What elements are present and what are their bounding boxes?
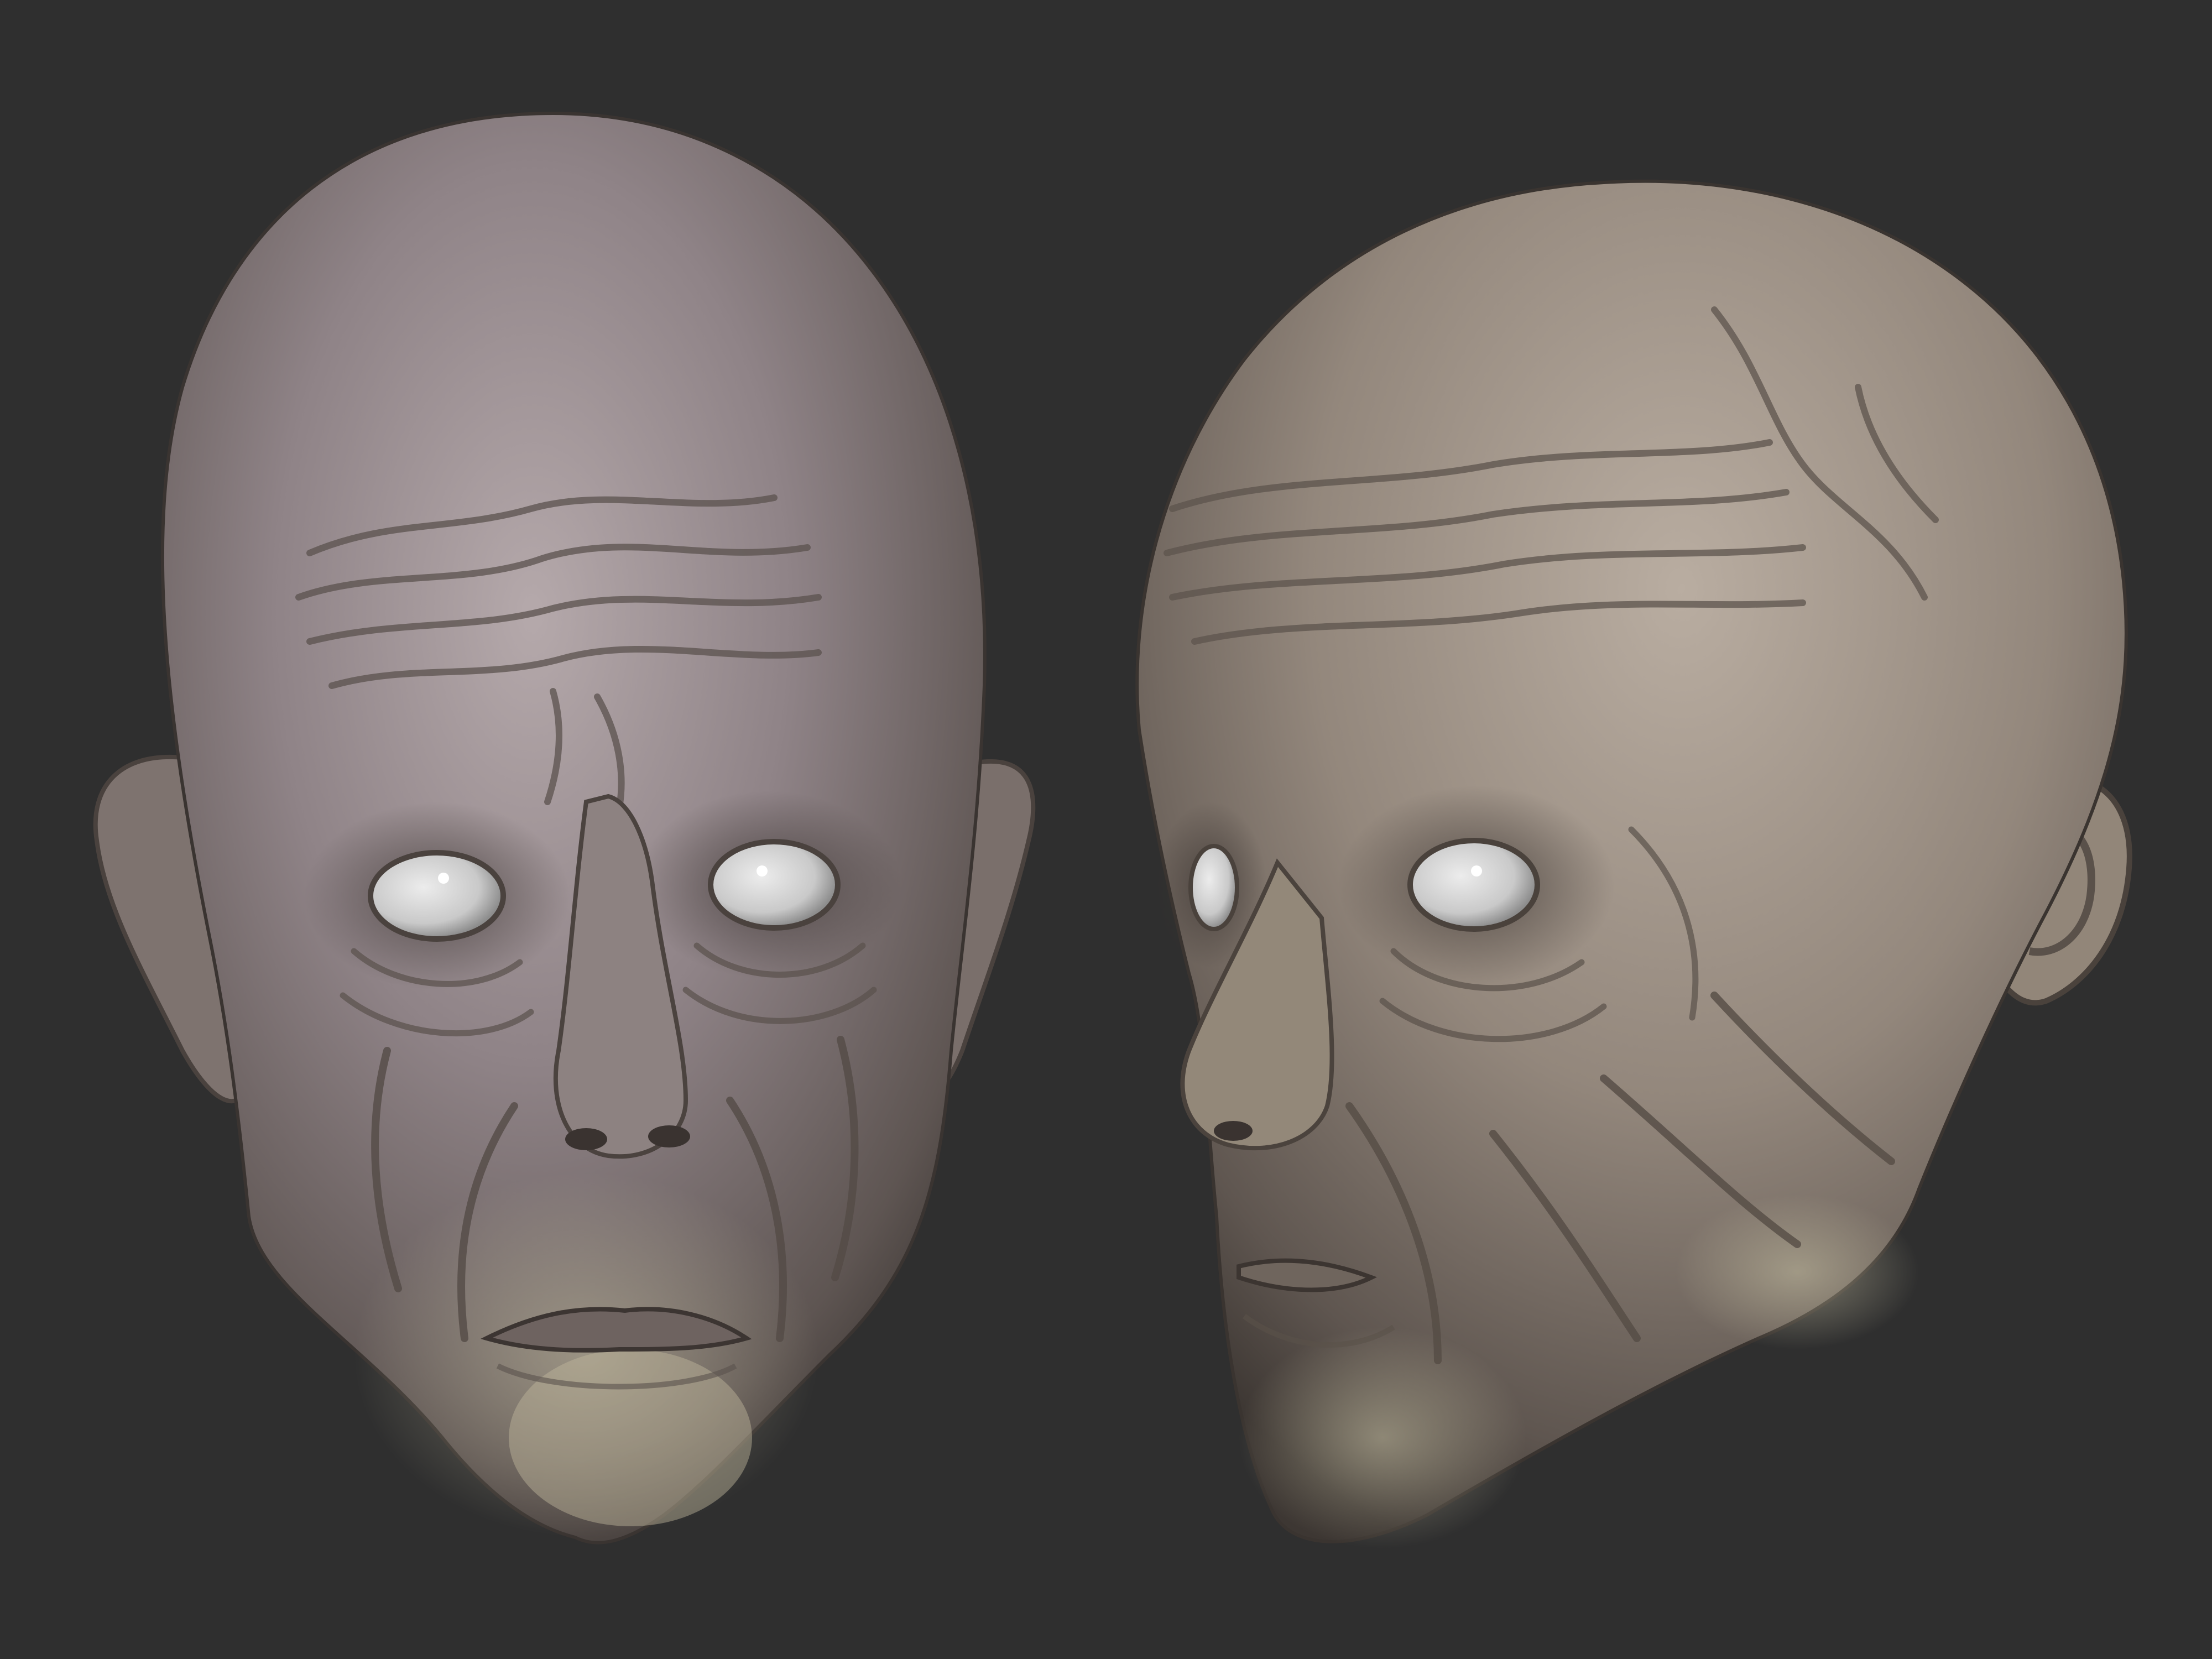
eye-left-front	[368, 850, 506, 942]
viewport-canvas	[0, 0, 2212, 1659]
head-front-view	[93, 111, 1036, 1545]
eye-right-front	[708, 839, 841, 931]
head-three-quarter-view	[1135, 179, 2132, 1548]
sculpt-render	[93, 111, 2132, 1548]
eye-near-side	[1407, 838, 1540, 932]
eye-far-side	[1188, 844, 1239, 931]
